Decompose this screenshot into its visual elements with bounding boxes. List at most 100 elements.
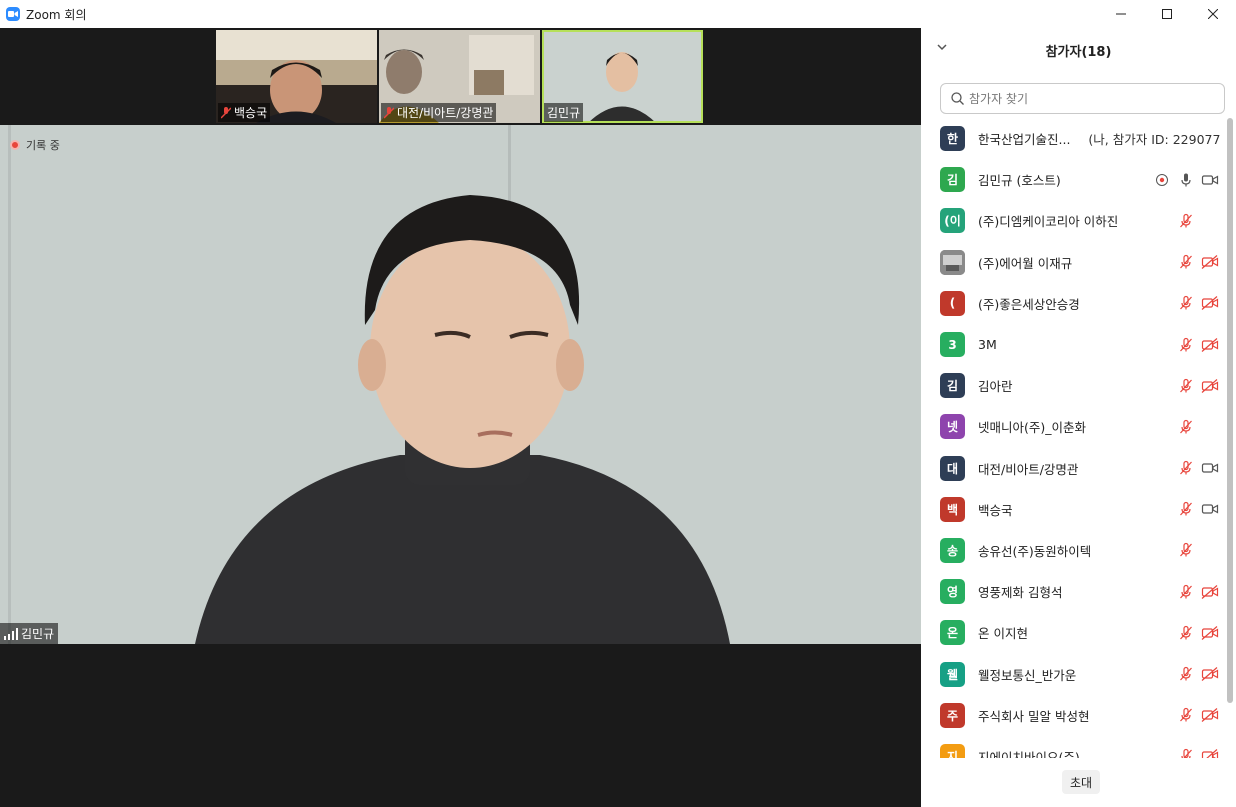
participant-row[interactable]: 영 영풍제화 김형석 <box>921 571 1221 612</box>
participant-row[interactable]: ( (주)좋은세상안승경 <box>921 283 1221 324</box>
video-area: 백승국 대전/비아트/강명관 김민규 기록 중 김민규 <box>0 28 921 807</box>
camera-off-icon[interactable] <box>1201 624 1219 642</box>
thumbnail-name: 백승국 <box>234 106 268 120</box>
mic-muted-icon[interactable] <box>1177 706 1195 724</box>
participant-avatar: 김 <box>940 373 965 399</box>
thumbnail-name-tag: 백승국 <box>218 103 271 122</box>
participant-row[interactable]: 넷 넷매니아(주)_이춘화 <box>921 406 1221 447</box>
thumbnail-name: 대전/비아트/강명관 <box>397 106 494 120</box>
participant-row[interactable]: 온 온 이지현 <box>921 612 1221 653</box>
recording-dot-icon <box>10 140 20 150</box>
mic-muted-icon[interactable] <box>1177 336 1195 354</box>
title-bar: Zoom 회의 <box>0 0 1236 28</box>
participant-name: 김민규 (호스트) <box>978 173 1061 189</box>
search-input[interactable] <box>969 91 1209 106</box>
participant-row[interactable]: 한 한국산업기술진... (나, 참가자 ID: 229077) <box>921 118 1221 159</box>
participant-row[interactable]: 김 김아란 <box>921 365 1221 406</box>
thumbnail-video[interactable]: 백승국 <box>216 30 377 123</box>
participant-name: 온 이지현 <box>978 626 1028 642</box>
mic-muted-icon[interactable] <box>1177 747 1195 758</box>
camera-icon[interactable] <box>1201 171 1219 189</box>
participant-list-scrollbar[interactable] <box>1226 118 1234 708</box>
participant-avatar: 송 <box>940 537 965 563</box>
camera-off-icon[interactable] <box>1201 377 1219 395</box>
participant-avatar: 영 <box>940 579 965 605</box>
mic-icon[interactable] <box>1177 171 1195 189</box>
camera-icon[interactable] <box>1201 500 1219 518</box>
minimize-button[interactable] <box>1098 0 1144 28</box>
thumbnail-name-tag: 대전/비아트/강명관 <box>381 103 497 122</box>
chevron-down-icon <box>937 44 947 51</box>
participant-row[interactable]: 대 대전/비아트/강명관 <box>921 448 1221 489</box>
camera-off-icon[interactable] <box>1201 583 1219 601</box>
participant-avatar: 김 <box>940 167 965 193</box>
invite-button[interactable]: 초대 <box>1062 770 1100 794</box>
participant-self-info: (나, 참가자 ID: 229077) <box>1088 132 1221 148</box>
participant-row[interactable]: 김 김민규 (호스트) <box>921 159 1221 200</box>
mic-muted-icon[interactable] <box>1177 294 1195 312</box>
recording-label: 기록 중 <box>26 139 60 152</box>
participant-avatar: 백 <box>940 496 965 522</box>
mic-muted-icon[interactable] <box>1177 624 1195 642</box>
participant-row[interactable]: 지 지에이치바이오(주) <box>921 736 1221 758</box>
maximize-button[interactable] <box>1144 0 1190 28</box>
participant-avatar <box>940 249 965 275</box>
mic-muted-icon[interactable] <box>1177 665 1195 683</box>
participant-row[interactable]: 주 주식회사 밀알 박성현 <box>921 695 1221 736</box>
participant-search[interactable] <box>940 83 1225 114</box>
participant-name: 김아란 <box>978 379 1013 395</box>
mic-muted-icon[interactable] <box>1177 253 1195 271</box>
minimize-icon <box>1116 13 1126 15</box>
participant-name: 한국산업기술진... <box>978 132 1071 148</box>
mic-muted-icon[interactable] <box>1177 541 1195 559</box>
thumbnail-video[interactable]: 대전/비아트/강명관 <box>379 30 540 123</box>
mic-muted-icon[interactable] <box>1177 212 1195 230</box>
participant-row[interactable]: 송 송유선(주)동원하이텍 <box>921 530 1221 571</box>
participant-avatar: 주 <box>940 702 965 728</box>
participant-row[interactable]: 백 백승국 <box>921 489 1221 530</box>
speaker-name: 김민규 <box>21 627 55 641</box>
mic-muted-icon[interactable] <box>1177 583 1195 601</box>
mic-muted-icon[interactable] <box>1177 500 1195 518</box>
participant-row[interactable]: 3 3M <box>921 324 1221 365</box>
participant-avatar: 한 <box>940 126 965 152</box>
participant-row[interactable]: 웰 웰정보통신_반가운 <box>921 653 1221 694</box>
panel-title: 참가자(18) <box>1045 44 1112 60</box>
mic-muted-icon[interactable] <box>1177 418 1195 436</box>
panel-header: 참가자(18) <box>921 28 1236 72</box>
zoom-window: Zoom 회의 백승국 대전/비아트/강명관 김민규 기록 중 김민규 참가자(… <box>0 0 1236 807</box>
participant-name: 백승국 <box>978 502 1013 518</box>
camera-off-icon[interactable] <box>1201 665 1219 683</box>
participant-name: (주)에어월 이재규 <box>978 255 1073 271</box>
participant-list: 한 한국산업기술진... (나, 참가자 ID: 229077) 김 김민규 (호스트)… <box>921 118 1221 758</box>
participant-name: 송유선(주)동원하이텍 <box>978 543 1092 559</box>
participant-row[interactable]: (주)에어월 이재규 <box>921 242 1221 283</box>
participant-avatar: 웰 <box>940 661 965 687</box>
recording-icon <box>1153 171 1171 189</box>
collapse-button[interactable] <box>937 40 947 54</box>
icon-spacer <box>1201 418 1219 436</box>
signal-strength-icon <box>4 627 18 640</box>
participant-name: 영풍제화 김형석 <box>978 585 1063 601</box>
participant-avatar: ( <box>940 290 965 316</box>
camera-off-icon[interactable] <box>1201 747 1219 758</box>
speaker-video-image <box>0 125 921 644</box>
thumbnail-video-active-speaker[interactable]: 김민규 <box>542 30 703 123</box>
close-button[interactable] <box>1190 0 1236 28</box>
main-speaker-video[interactable]: 기록 중 김민규 <box>0 125 921 644</box>
camera-off-icon[interactable] <box>1201 294 1219 312</box>
participant-row[interactable]: (이 (주)디엠케이코리아 이하진 <box>921 200 1221 241</box>
recording-indicator: 기록 중 <box>10 137 60 153</box>
mic-muted-icon[interactable] <box>1177 377 1195 395</box>
camera-icon[interactable] <box>1201 459 1219 477</box>
camera-off-icon[interactable] <box>1201 253 1219 271</box>
mic-muted-icon[interactable] <box>1177 459 1195 477</box>
participant-name: (주)좋은세상안승경 <box>978 296 1080 312</box>
camera-off-icon[interactable] <box>1201 336 1219 354</box>
participants-panel: 참가자(18) 한한국산업기술진...(나, 참가자 ID: 229077)김김… <box>921 28 1236 807</box>
participant-name: 넷매니아(주)_이춘화 <box>978 420 1087 436</box>
scrollbar-thumb[interactable] <box>1227 118 1233 703</box>
camera-off-icon[interactable] <box>1201 706 1219 724</box>
icon-spacer <box>1201 541 1219 559</box>
participant-avatar: 지 <box>940 743 965 758</box>
